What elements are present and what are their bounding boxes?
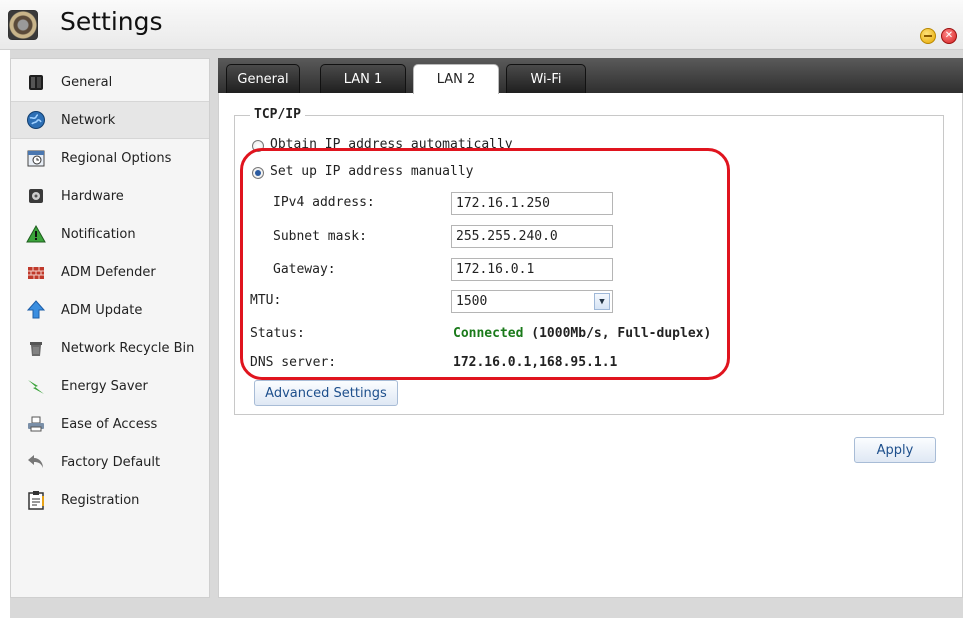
undo-arrow-icon <box>25 451 47 473</box>
firewall-icon <box>25 261 47 283</box>
status-detail-text: (1000Mb/s, Full-duplex) <box>531 326 712 341</box>
tab-lan-2[interactable]: LAN 2 <box>413 64 499 94</box>
sidebar-item-label: General <box>61 74 113 90</box>
minimize-button[interactable] <box>920 28 936 44</box>
sidebar-item-label: Ease of Access <box>61 416 158 432</box>
title-bar: Settings ✕ <box>0 0 963 50</box>
sidebar-item-label: Hardware <box>61 188 124 204</box>
sidebar-item-ease-of-access[interactable]: Ease of Access <box>11 405 209 443</box>
calendar-clock-icon <box>25 147 47 169</box>
ipv4-address-label: IPv4 address: <box>273 195 375 210</box>
sidebar-item-label: Registration <box>61 492 140 508</box>
subnet-mask-input[interactable]: 255.255.240.0 <box>451 225 613 248</box>
dns-server-label: DNS server: <box>250 355 337 370</box>
recycle-bin-icon <box>25 337 47 359</box>
sidebar-item-hardware[interactable]: Hardware <box>11 177 209 215</box>
tab-lan-1[interactable]: LAN 1 <box>320 64 406 93</box>
sidebar-item-notification[interactable]: Notification <box>11 215 209 253</box>
mtu-select[interactable]: 1500 ▼ <box>451 290 613 313</box>
energy-icon <box>25 375 47 397</box>
sidebar-item-label: Notification <box>61 226 136 242</box>
sidebar-item-label: Regional Options <box>61 150 172 166</box>
sidebar-item-network-recycle-bin[interactable]: Network Recycle Bin <box>11 329 209 367</box>
close-button[interactable]: ✕ <box>941 28 957 44</box>
sidebar-item-registration[interactable]: Registration <box>11 481 209 519</box>
settings-gear-icon <box>8 10 38 40</box>
sidebar-item-label: Factory Default <box>61 454 161 470</box>
status-label: Status: <box>250 326 305 341</box>
printer-icon <box>25 413 47 435</box>
sidebar-item-adm-defender[interactable]: ADM Defender <box>11 253 209 291</box>
sidebar-item-label: Energy Saver <box>61 378 148 394</box>
mtu-label: MTU: <box>250 293 282 308</box>
sidebar-item-general[interactable]: General <box>11 63 209 101</box>
dns-server-value: 172.16.0.1,168.95.1.1 <box>453 355 618 370</box>
sidebar-item-factory-default[interactable]: Factory Default <box>11 443 209 481</box>
globe-icon <box>25 109 47 131</box>
set-ip-manually-radio[interactable] <box>252 167 264 179</box>
clipboard-icon <box>25 489 47 511</box>
subnet-mask-label: Subnet mask: <box>273 229 367 244</box>
status-value: Connected (1000Mb/s, Full-duplex) <box>453 326 711 341</box>
sidebar-item-label: ADM Defender <box>61 264 156 280</box>
set-ip-manually-label[interactable]: Set up IP address manually <box>270 164 474 179</box>
status-connected-text: Connected <box>453 326 524 341</box>
sidebar-item-network[interactable]: Network <box>11 101 209 139</box>
advanced-settings-button[interactable]: Advanced Settings <box>254 380 398 406</box>
gateway-label: Gateway: <box>273 262 336 277</box>
ipv4-address-input[interactable]: 172.16.1.250 <box>451 192 613 215</box>
update-arrow-icon <box>25 299 47 321</box>
sidebar-item-label: ADM Update <box>61 302 143 318</box>
sidebar-item-label: Network <box>61 112 116 128</box>
sidebar-item-energy-saver[interactable]: Energy Saver <box>11 367 209 405</box>
hardware-icon <box>25 185 47 207</box>
gateway-input[interactable]: 172.16.0.1 <box>451 258 613 281</box>
apply-button[interactable]: Apply <box>854 437 936 463</box>
sidebar-item-label: Network Recycle Bin <box>61 340 195 356</box>
obtain-ip-automatically-radio[interactable] <box>252 140 264 152</box>
settings-window: Settings ✕ General Network Regional Opti… <box>0 0 963 618</box>
sidebar-item-regional-options[interactable]: Regional Options <box>11 139 209 177</box>
server-icon <box>25 71 47 93</box>
chevron-down-icon[interactable]: ▼ <box>594 293 610 310</box>
warning-icon <box>25 223 47 245</box>
tab-general[interactable]: General <box>226 64 300 93</box>
mtu-selected-value: 1500 <box>456 294 488 309</box>
obtain-ip-automatically-label[interactable]: Obtain IP address automatically <box>270 137 513 152</box>
sidebar-item-adm-update[interactable]: ADM Update <box>11 291 209 329</box>
tcpip-legend: TCP/IP <box>250 107 305 122</box>
window-title: Settings <box>60 7 163 36</box>
sidebar: General Network Regional Options Hardwar… <box>10 58 210 598</box>
tab-wi-fi[interactable]: Wi-Fi <box>506 64 586 93</box>
